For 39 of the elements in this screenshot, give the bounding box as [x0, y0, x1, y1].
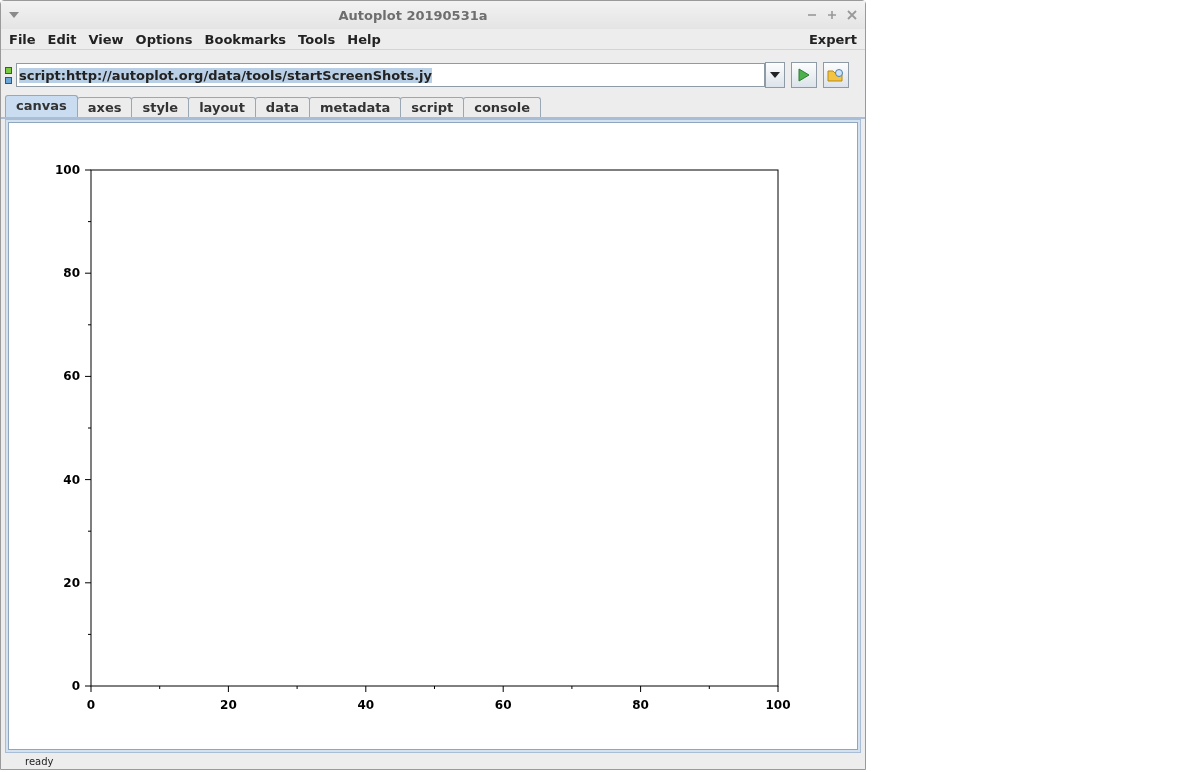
status-text: ready — [25, 755, 54, 767]
folder-search-icon — [827, 67, 845, 83]
y-tick-label: 80 — [63, 266, 80, 281]
open-file-button[interactable] — [823, 62, 849, 88]
y-tick-label: 100 — [54, 163, 80, 177]
y-tick-label: 20 — [63, 575, 80, 590]
tab[interactable]: script — [400, 97, 465, 117]
x-tick-label: 40 — [357, 698, 375, 712]
x-tick-label: 100 — [765, 698, 791, 712]
menu-item[interactable]: Options — [129, 31, 199, 47]
window-menu-icon[interactable] — [9, 12, 19, 18]
tab[interactable]: canvas — [5, 95, 78, 117]
x-tick-label: 0 — [86, 698, 96, 712]
address-field[interactable]: script:http://autoplot.org/data/tools/startScreenShots.jy — [16, 63, 765, 87]
window-title: Autoplot 20190531a — [337, 7, 489, 23]
x-tick-label: 80 — [632, 698, 649, 712]
menu-item[interactable]: View — [82, 31, 130, 47]
y-tick-label: 40 — [63, 472, 80, 487]
play-button[interactable] — [791, 62, 817, 88]
y-tick-label: 0 — [71, 679, 80, 693]
play-icon — [798, 68, 810, 82]
status-light-icon — [5, 76, 12, 84]
tab[interactable]: console — [463, 97, 542, 117]
menu-item[interactable]: Expert — [803, 31, 863, 47]
menu-item[interactable]: Help — [341, 31, 387, 47]
menu-item[interactable]: Bookmarks — [198, 31, 293, 47]
y-tick-label: 60 — [63, 369, 80, 384]
x-tick-label: 20 — [220, 698, 237, 712]
menu-item[interactable]: File — [3, 31, 42, 47]
close-icon[interactable] — [847, 10, 857, 20]
caret-icon — [770, 72, 780, 78]
tab[interactable]: style — [131, 97, 190, 117]
maximize-icon[interactable] — [827, 10, 837, 20]
x-tick-label: 60 — [494, 698, 512, 712]
menu-item[interactable]: Tools — [292, 31, 342, 47]
status-light-icon — [5, 66, 12, 74]
menu-item[interactable]: Edit — [41, 31, 83, 47]
dropdown-button[interactable] — [765, 62, 785, 88]
tab[interactable]: layout — [188, 97, 256, 117]
